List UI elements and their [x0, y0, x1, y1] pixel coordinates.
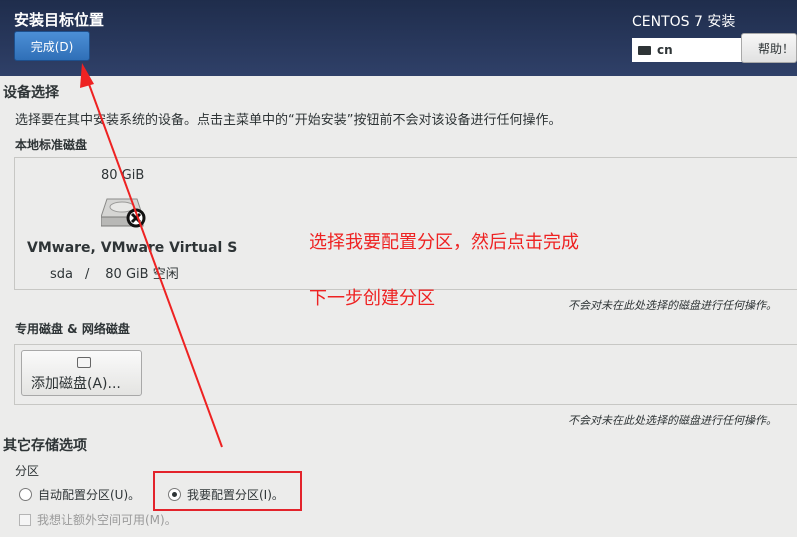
annotation-arrow: [80, 63, 223, 448]
